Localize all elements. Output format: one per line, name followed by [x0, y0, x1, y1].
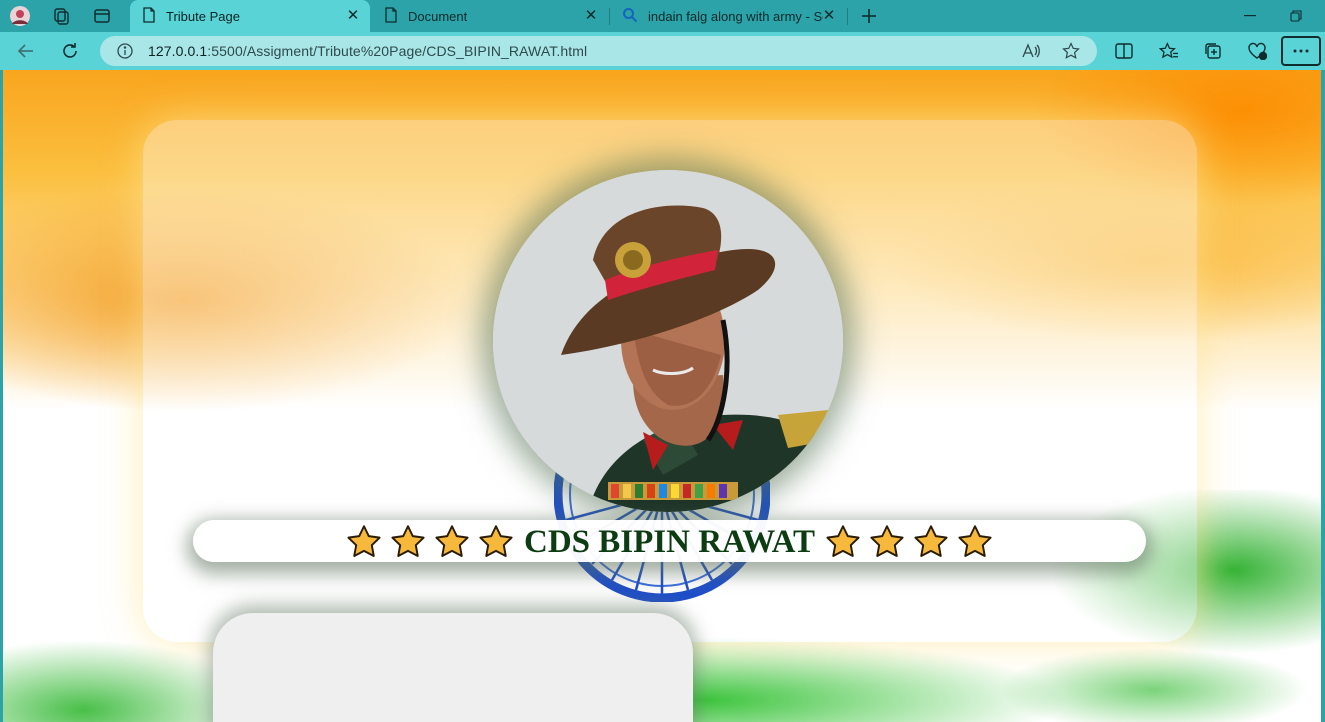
collections-icon[interactable]	[1199, 37, 1227, 65]
tab-tribute-page[interactable]: Tribute Page ✕	[130, 0, 370, 32]
tab-document[interactable]: Document ✕	[372, 0, 608, 32]
star-icon	[391, 525, 425, 557]
star-icon	[347, 525, 381, 557]
star-icon	[826, 525, 860, 557]
browser-essentials-icon[interactable]	[1243, 37, 1271, 65]
close-tab-icon[interactable]: ✕	[582, 7, 600, 25]
star-icon	[914, 525, 948, 557]
page-viewport: CDS BIPIN RAWAT	[3, 70, 1321, 722]
address-bar[interactable]: 127.0.0.1:5500/Assigment/Tribute%20Page/…	[100, 36, 1097, 66]
search-icon	[622, 7, 638, 26]
star-icon	[435, 525, 469, 557]
url-text[interactable]: 127.0.0.1:5500/Assigment/Tribute%20Page/…	[148, 43, 587, 59]
page-icon	[142, 6, 156, 26]
profile-avatar-icon[interactable]	[9, 5, 31, 27]
star-icon	[870, 525, 904, 557]
minimize-icon[interactable]	[1235, 4, 1265, 28]
stars-right	[825, 524, 993, 560]
restore-icon[interactable]	[1281, 4, 1311, 28]
url-host: 127.0.0.1	[148, 43, 208, 59]
refresh-icon[interactable]	[56, 37, 84, 65]
read-aloud-icon[interactable]	[1020, 40, 1042, 62]
new-tab-icon[interactable]	[858, 5, 880, 27]
tab-separator	[847, 8, 848, 25]
name-heading: CDS BIPIN RAWAT	[193, 520, 1146, 564]
tab-title: indain falg along with army - Sea	[648, 8, 823, 24]
favorites-icon[interactable]	[1155, 37, 1183, 65]
star-icon	[479, 525, 513, 557]
url-path: :5500/Assigment/Tribute%20Page/CDS_BIPIN…	[207, 43, 588, 59]
close-tab-icon[interactable]: ✕	[820, 7, 838, 25]
workspaces-icon[interactable]	[50, 5, 72, 27]
back-icon[interactable]	[12, 37, 40, 65]
favorite-star-icon[interactable]	[1060, 40, 1082, 62]
tab-strip: Tribute Page ✕ Document ✕ indain falg al…	[0, 0, 1325, 32]
more-options-button[interactable]	[1281, 36, 1321, 66]
stars-left	[346, 524, 514, 560]
site-info-icon[interactable]	[114, 40, 136, 62]
star-icon	[958, 525, 992, 557]
content-card	[213, 613, 693, 722]
browser-toolbar: 127.0.0.1:5500/Assigment/Tribute%20Page/…	[0, 32, 1325, 70]
tab-title: Tribute Page	[166, 8, 240, 24]
portrait-image	[493, 170, 843, 512]
heading-text: CDS BIPIN RAWAT	[524, 523, 815, 560]
tab-actions-icon[interactable]	[91, 5, 113, 27]
close-tab-icon[interactable]: ✕	[344, 7, 362, 25]
tab-title: Document	[408, 8, 468, 24]
page-icon	[384, 6, 398, 26]
split-screen-icon[interactable]	[1110, 37, 1138, 65]
tab-search[interactable]: indain falg along with army - Sea ✕	[610, 0, 846, 32]
